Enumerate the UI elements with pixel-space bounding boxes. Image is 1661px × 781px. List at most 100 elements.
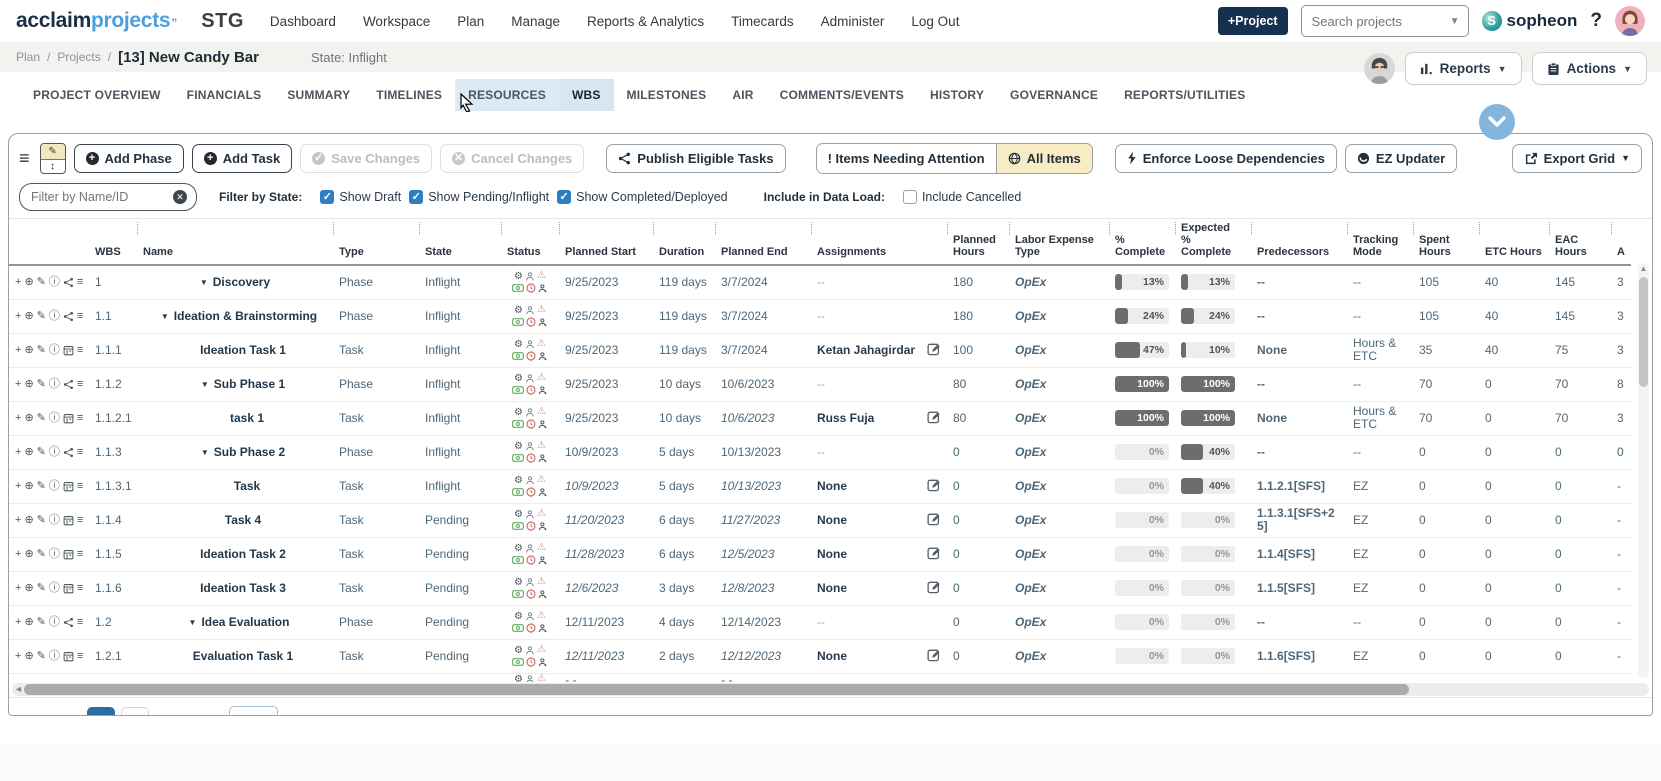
add-icon[interactable]: + (15, 650, 21, 663)
vertical-scrollbar[interactable]: ▲ (1638, 263, 1649, 678)
column-header-%[interactable]: % Complete (1109, 219, 1175, 265)
warning-icon[interactable]: ⚠ (537, 373, 546, 383)
add-icon[interactable]: + (15, 276, 21, 289)
add-task-button[interactable]: +Add Task (192, 144, 293, 173)
add-icon[interactable]: + (15, 412, 21, 425)
row-menu-icon[interactable]: ≡ (77, 650, 83, 663)
all-items-button[interactable]: All Items (996, 144, 1092, 173)
warning-icon[interactable]: ⚠ (537, 441, 546, 451)
gear-icon[interactable]: ⚙ (514, 304, 523, 317)
share-icon[interactable] (63, 277, 74, 288)
collapse-caret-icon[interactable]: ▼ (201, 446, 209, 459)
horizontal-scrollbar-thumb[interactable] (24, 684, 1409, 695)
column-header-planned[interactable]: Planned Hours (947, 219, 1009, 265)
tab-summary[interactable]: SUMMARY (274, 79, 363, 111)
first-page-button[interactable]: |◄ (23, 708, 49, 716)
table-row-wbs-1.1.3[interactable]: + ⊕ ✎ ⓘ ≡ 1.1.3 ▼ Sub Phase 2 Phase Infl… (9, 435, 1631, 469)
edit-assignment-icon[interactable] (927, 648, 941, 662)
collapse-caret-icon[interactable]: ▼ (189, 616, 197, 629)
warning-icon[interactable]: ⚠ (537, 305, 546, 315)
edit-assignment-button[interactable] (927, 342, 941, 359)
row-menu-icon[interactable]: ≡ (77, 378, 83, 391)
row-menu-icon[interactable]: ≡ (77, 616, 83, 629)
filter-checkbox-show-pending-inflight[interactable]: ✓ Show Pending/Inflight (409, 190, 549, 204)
add-circle-icon[interactable]: ⊕ (24, 378, 33, 391)
add-circle-icon[interactable]: ⊕ (24, 344, 33, 357)
column-header-planned-start[interactable]: Planned Start (559, 219, 653, 265)
row-menu-icon[interactable]: ≡ (77, 514, 83, 527)
nav-item-log-out[interactable]: Log Out (911, 14, 959, 29)
add-icon[interactable]: + (15, 480, 21, 493)
name-filter-input[interactable] (29, 189, 173, 205)
pencil-icon[interactable]: ✎ (37, 650, 46, 663)
info-icon[interactable]: ⓘ (49, 276, 60, 289)
gear-icon[interactable]: ⚙ (514, 474, 523, 487)
column-header-status[interactable]: Status (501, 219, 559, 265)
pencil-icon[interactable]: ✎ (37, 514, 46, 527)
vertical-scrollbar-thumb[interactable] (1639, 277, 1648, 387)
pencil-icon[interactable]: ✎ (37, 344, 46, 357)
reports-button[interactable]: Reports▼ (1405, 52, 1522, 85)
share-icon[interactable] (63, 311, 74, 322)
warning-icon[interactable]: ⚠ (537, 543, 546, 553)
table-row-wbs-1.1[interactable]: + ⊕ ✎ ⓘ ≡ 1.1 ▼ Ideation & Brainstorming… (9, 299, 1631, 333)
edit-assignment-button[interactable] (927, 410, 941, 427)
gear-icon[interactable]: ⚙ (514, 440, 523, 453)
collapse-caret-icon[interactable]: ▼ (161, 310, 169, 323)
name-filter[interactable]: ✕ (19, 183, 197, 211)
table-row-wbs-1.1.4[interactable]: + ⊕ ✎ ⓘ ≡ 1.1.4 Task 4 Task Pending ⚙⚠ 1… (9, 503, 1631, 537)
export-grid-button[interactable]: Export Grid▼ (1512, 144, 1642, 173)
scroll-left-arrow[interactable]: ◄ (14, 683, 23, 696)
gear-icon[interactable]: ⚙ (514, 542, 523, 555)
tab-reports-utilities[interactable]: REPORTS/UTILITIES (1111, 79, 1258, 111)
column-header-labor-expense[interactable]: Labor Expense Type (1009, 219, 1109, 265)
table-row-wbs-1.2[interactable]: + ⊕ ✎ ⓘ ≡ 1.2 ▼ Idea Evaluation Phase Pe… (9, 605, 1631, 639)
add-icon[interactable]: + (15, 310, 21, 323)
nav-item-workspace[interactable]: Workspace (363, 14, 430, 29)
add-circle-icon[interactable]: ⊕ (24, 446, 33, 459)
column-header-planned-end[interactable]: Planned End (715, 219, 811, 265)
edit-assignment-icon[interactable] (927, 512, 941, 526)
gear-icon[interactable]: ⚙ (514, 576, 523, 589)
help-icon[interactable]: ? (1590, 10, 1602, 32)
add-circle-icon[interactable]: ⊕ (24, 412, 33, 425)
tab-wbs[interactable]: WBS (559, 79, 614, 111)
pencil-icon[interactable]: ✎ (37, 548, 46, 561)
page-size-select[interactable]: 50 ▼ (229, 706, 278, 716)
warning-icon[interactable]: ⚠ (537, 611, 546, 621)
pencil-icon[interactable]: ✎ (37, 480, 46, 493)
edit-assignment-button[interactable] (927, 648, 941, 665)
warning-icon[interactable]: ⚠ (537, 475, 546, 485)
add-circle-icon[interactable]: ⊕ (24, 514, 33, 527)
add-icon[interactable]: + (15, 514, 21, 527)
gear-icon[interactable]: ⚙ (514, 610, 523, 623)
add-icon[interactable]: + (15, 446, 21, 459)
warning-icon[interactable]: ⚠ (537, 407, 546, 417)
nav-item-timecards[interactable]: Timecards (731, 14, 794, 29)
table-row-wbs-1.1.3.1[interactable]: + ⊕ ✎ ⓘ ≡ 1.1.3.1 Task Task Inflight ⚙⚠ … (9, 469, 1631, 503)
enforce-loose-dependencies-button[interactable]: Enforce Loose Dependencies (1115, 144, 1337, 173)
row-menu-icon[interactable]: ≡ (77, 446, 83, 459)
column-header-a[interactable]: A (1611, 219, 1631, 265)
table-row-wbs-1.1.1[interactable]: + ⊕ ✎ ⓘ ≡ 1.1.1 Ideation Task 1 Task Inf… (9, 333, 1631, 367)
warning-icon[interactable]: ⚠ (537, 339, 546, 349)
info-icon[interactable]: ⓘ (49, 616, 60, 629)
add-circle-icon[interactable]: ⊕ (24, 548, 33, 561)
edit-assignment-icon[interactable] (927, 342, 941, 356)
nav-item-administer[interactable]: Administer (821, 14, 885, 29)
pencil-icon[interactable]: ✎ (37, 582, 46, 595)
pencil-icon[interactable]: ✎ (37, 276, 46, 289)
tab-financials[interactable]: FINANCIALS (174, 79, 275, 111)
page-button-2[interactable]: 2 (121, 707, 149, 716)
details-icon[interactable] (63, 345, 74, 356)
info-icon[interactable]: ⓘ (49, 378, 60, 391)
details-icon[interactable] (63, 549, 74, 560)
info-icon[interactable]: ⓘ (49, 310, 60, 323)
column-header-assignments[interactable]: Assignments (811, 219, 947, 265)
add-circle-icon[interactable]: ⊕ (24, 582, 33, 595)
add-phase-button[interactable]: +Add Phase (74, 144, 184, 173)
nav-item-reports-analytics[interactable]: Reports & Analytics (587, 14, 704, 29)
info-icon[interactable]: ⓘ (49, 514, 60, 527)
breadcrumb-plan[interactable]: Plan (16, 50, 40, 64)
grid-menu-icon[interactable]: ≡ (19, 148, 30, 169)
